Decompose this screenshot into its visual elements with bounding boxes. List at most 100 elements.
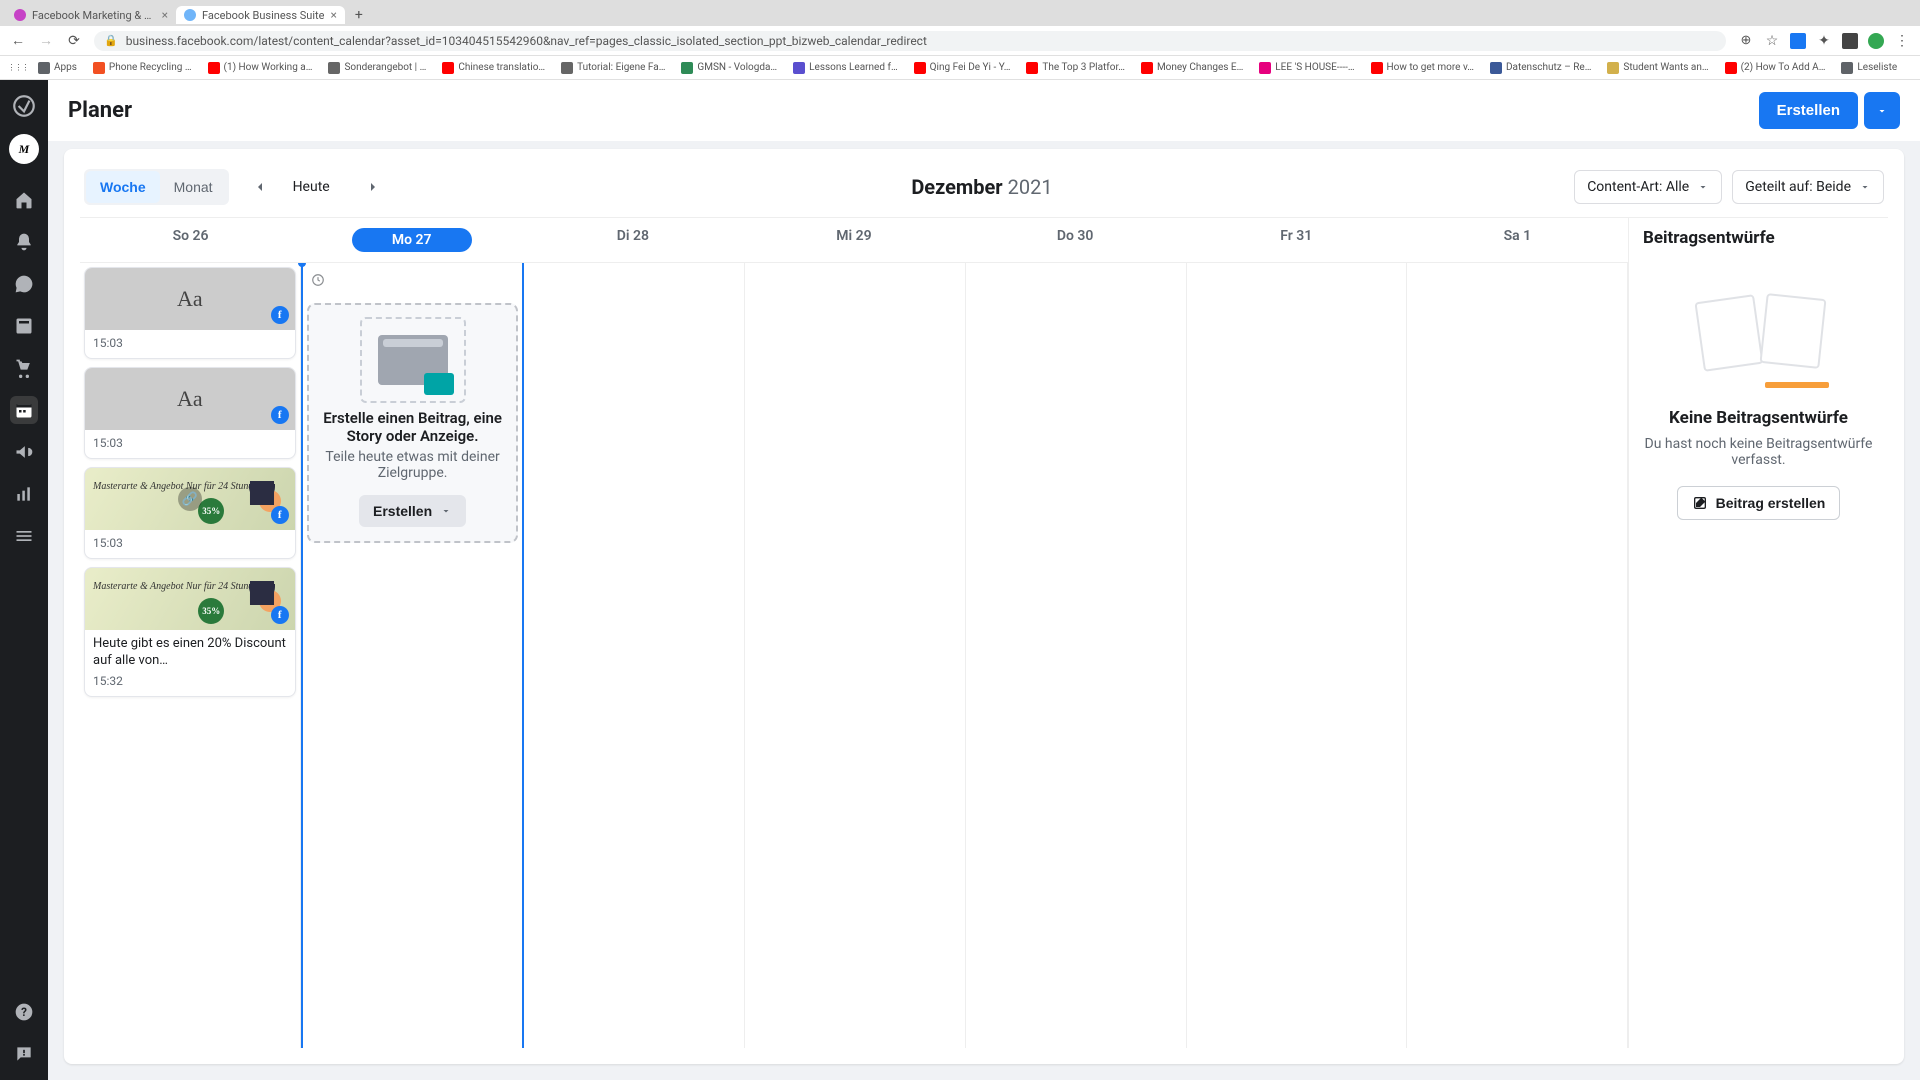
post-card[interactable]: Aaf15:03 [84, 367, 296, 459]
day-column: Aaf15:03Aaf15:03Masterarte & Angebot Nur… [80, 263, 301, 1048]
new-tab-button[interactable]: + [349, 5, 369, 25]
day-header-cell: Mo 27 [301, 218, 522, 262]
kebab-icon[interactable]: ⋮ [1894, 33, 1910, 49]
apps-grid-icon[interactable]: ⋮⋮⋮ [10, 60, 26, 76]
bookmark-favicon [561, 62, 573, 74]
bookmark-item[interactable]: Datenschutz – Re… [1486, 60, 1595, 76]
rail-feedback-icon[interactable] [10, 1040, 38, 1068]
tab-close-icon[interactable]: × [162, 8, 168, 22]
rail-commerce-icon[interactable] [10, 354, 38, 382]
create-dropdown-button[interactable] [1864, 92, 1900, 129]
browser-tab-inactive[interactable]: Facebook Marketing & Werbe… × [6, 6, 176, 24]
rail-more-icon[interactable] [10, 522, 38, 550]
rail-insights-icon[interactable] [10, 480, 38, 508]
bookmark-item[interactable]: Apps [34, 60, 81, 76]
bookmark-item[interactable]: Money Changes E… [1137, 60, 1247, 76]
page-header: Planer Erstellen [48, 80, 1920, 141]
bookmark-favicon [1841, 62, 1853, 74]
create-illustration [368, 325, 458, 395]
rail-help-icon[interactable]: ? [10, 998, 38, 1026]
bookmark-item[interactable]: (2) How To Add A… [1721, 60, 1830, 76]
nav-back-icon[interactable]: ← [10, 33, 26, 49]
page-avatar[interactable]: M [9, 134, 39, 164]
drafts-panel: Beitragsentwürfe Keine Beitragsentwürfe … [1628, 218, 1888, 1048]
nav-forward-icon[interactable]: → [38, 33, 54, 49]
nav-reload-icon[interactable]: ⟳ [66, 33, 82, 49]
bookmark-label: Chinese translatio… [458, 62, 545, 73]
bookmark-item[interactable]: Sonderangebot | … [324, 60, 430, 76]
next-week-button[interactable] [356, 170, 390, 204]
calendar-shell: So 26Mo 27Di 28Mi 29Do 30Fr 31Sa 1 Aaf15… [80, 218, 1888, 1048]
day-header-cell: So 26 [80, 218, 301, 262]
toolbar-left: Woche Monat Heute [84, 169, 390, 205]
post-card[interactable]: Masterarte & Angebot Nur für 24 Stunden3… [84, 567, 296, 697]
rail-inbox-icon[interactable] [10, 270, 38, 298]
bookmark-item[interactable]: Lessons Learned f… [789, 60, 902, 76]
facebook-badge-icon: f [271, 506, 289, 524]
bookmark-favicon [208, 62, 220, 74]
bookmark-item[interactable]: Phone Recycling … [89, 60, 196, 76]
url-box[interactable]: 🔒 business.facebook.com/latest/content_c… [94, 31, 1726, 51]
period-label: Dezember 2021 [911, 175, 1052, 199]
drafts-empty-heading: Keine Beitragsentwürfe [1643, 408, 1874, 428]
rail-notifications-icon[interactable] [10, 228, 38, 256]
drafts-create-button[interactable]: Beitrag erstellen [1677, 486, 1841, 520]
app-shell: M ? Planer Erstellen W [0, 80, 1920, 1080]
create-button[interactable]: Erstellen [1759, 92, 1858, 129]
compose-icon [1692, 495, 1708, 511]
browser-tab-active[interactable]: Facebook Business Suite × [176, 6, 345, 24]
bookmark-label: Datenschutz – Re… [1506, 62, 1591, 73]
bookmark-label: (2) How To Add A… [1741, 62, 1826, 73]
day-column [524, 263, 745, 1048]
today-button[interactable]: Heute [281, 171, 342, 203]
post-time: 15:32 [93, 674, 287, 688]
tab-close-icon[interactable]: × [330, 8, 336, 22]
bookmark-label: Student Wants an… [1623, 62, 1708, 73]
shared-on-filter[interactable]: Geteilt auf: Beide [1732, 170, 1884, 204]
bookmark-label: Money Changes E… [1157, 62, 1243, 73]
star-icon[interactable]: ☆ [1764, 33, 1780, 49]
bookmark-label: The Top 3 Platfor… [1042, 62, 1125, 73]
bookmark-item[interactable]: Qing Fei De Yi - Y… [910, 60, 1015, 76]
view-segment: Woche Monat [84, 169, 229, 205]
post-card[interactable]: Masterarte & Angebot Nur für 24 Stunden3… [84, 467, 296, 559]
view-month-button[interactable]: Monat [160, 171, 227, 203]
bookmark-favicon [1141, 62, 1153, 74]
bookmark-item[interactable]: LEE 'S HOUSE----… [1255, 60, 1358, 76]
bookmark-item[interactable]: How to get more v… [1367, 60, 1478, 76]
post-card[interactable]: Aaf15:03 [84, 267, 296, 359]
bookmark-item[interactable]: Leseliste [1837, 60, 1901, 76]
toolbar-right: Content-Art: Alle Geteilt auf: Beide [1574, 170, 1884, 204]
bookmark-favicon [328, 62, 340, 74]
bookmark-item[interactable]: The Top 3 Platfor… [1022, 60, 1129, 76]
drafts-illustration [1689, 288, 1829, 388]
facebook-badge-icon: f [271, 406, 289, 424]
bookmark-label: Tutorial: Eigene Fa… [577, 62, 665, 73]
rail-planner-icon[interactable] [10, 396, 38, 424]
profile-avatar-icon[interactable] [1868, 33, 1884, 49]
bookmark-item[interactable]: Chinese translatio… [438, 60, 549, 76]
bookmark-item[interactable]: Tutorial: Eigene Fa… [557, 60, 669, 76]
drafts-empty-sub: Du hast noch keine Beitragsentwürfe verf… [1643, 436, 1874, 468]
rail-home-icon[interactable] [10, 186, 38, 214]
prev-week-button[interactable] [243, 170, 277, 204]
zoom-icon[interactable]: ⊕ [1738, 33, 1754, 49]
meta-suite-icon[interactable] [10, 92, 38, 120]
rail-ads-icon[interactable] [10, 438, 38, 466]
extension-icon[interactable] [1842, 33, 1858, 49]
day-header-cell: Di 28 [522, 218, 743, 262]
view-week-button[interactable]: Woche [86, 171, 160, 203]
bookmark-item[interactable]: GMSN - Vologda… [677, 60, 781, 76]
bookmark-item[interactable]: (1) How Working a… [204, 60, 317, 76]
tab-strip: Facebook Marketing & Werbe… × Facebook B… [0, 0, 1920, 26]
bookmark-item[interactable]: Student Wants an… [1603, 60, 1712, 76]
extension-icon[interactable] [1790, 33, 1806, 49]
create-card-title: Erstelle einen Beitrag, eine Story oder … [323, 409, 503, 445]
puzzle-icon[interactable]: ✦ [1816, 33, 1832, 49]
rail-posts-icon[interactable] [10, 312, 38, 340]
text-post-thumbnail: Aaf [85, 268, 295, 330]
browser-chrome: Facebook Marketing & Werbe… × Facebook B… [0, 0, 1920, 80]
content-type-filter[interactable]: Content-Art: Alle [1574, 170, 1722, 204]
create-card-button[interactable]: Erstellen [359, 495, 466, 527]
bookmark-label: Phone Recycling … [109, 62, 192, 73]
